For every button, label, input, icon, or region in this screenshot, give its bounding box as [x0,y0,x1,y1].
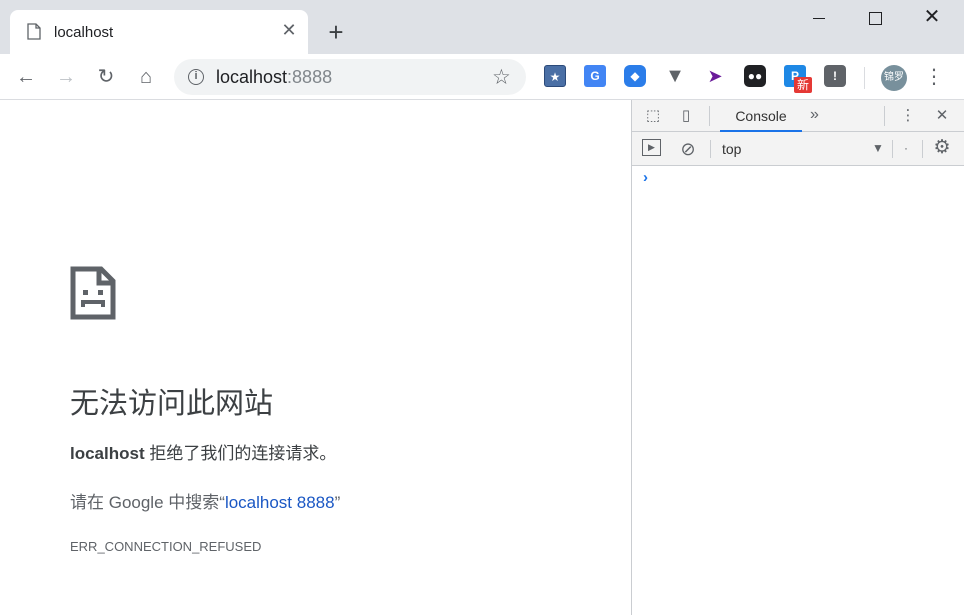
devtools-menu-icon[interactable]: ⋮ [898,106,918,126]
back-button[interactable]: ← [12,63,40,91]
devtools-close-icon[interactable]: ✕ [932,106,952,126]
profile-avatar[interactable]: 锦罗 [881,65,907,91]
document-icon [27,23,41,40]
devtools-divider-right [884,106,885,126]
devtools-divider [709,106,710,126]
cursor-extension-icon[interactable]: ➤ [704,65,726,87]
search-prefix: 请在 Google 中搜索“ [70,493,225,512]
devtools-panel: ⬚ ▯ Console » ⋮ ✕ ▶ ⊘ top ▼ · ⚙ › [631,100,964,615]
tab-title: localhost [54,24,114,41]
browser-window: localhost ✕ + ✕ ← → ↻ ⌂ i localhost:8888… [0,0,964,615]
forward-button[interactable]: → [52,63,80,91]
tab-strip: localhost ✕ + ✕ [0,0,964,54]
tab-close-icon[interactable]: ✕ [280,21,298,39]
context-dropdown-icon[interactable]: ▼ [872,141,884,155]
url-text[interactable]: localhost:8888 [216,67,332,88]
window-close-button[interactable]: ✕ [917,6,947,30]
search-suggestion: 请在 Google 中搜索“localhost 8888” [70,488,340,513]
blue-extension-icon[interactable]: ◆ [624,65,646,87]
search-suffix: ” [334,493,341,512]
bookmark-star-icon[interactable]: ☆ [492,65,511,90]
url-port: :8888 [287,67,333,87]
browser-toolbar: ← → ↻ ⌂ i localhost:8888 ☆ ★ G ◆ ▼ ➤ ●● … [0,54,964,100]
url-host: localhost [216,67,288,87]
console-toolbar-divider [710,140,711,158]
tampermonkey-extension-icon[interactable]: ●● [744,65,766,87]
address-bar[interactable]: i localhost:8888 ☆ [174,59,526,95]
minimize-button[interactable] [805,6,835,30]
p-extension-badge: 新 [794,77,812,93]
home-button[interactable]: ⌂ [132,63,160,91]
toolbar-divider [864,67,865,89]
search-link[interactable]: localhost 8888 [225,493,335,512]
lightbulb-extension-icon[interactable]: ! [824,65,846,87]
device-toolbar-icon[interactable]: ▯ [676,106,696,126]
tab-console[interactable]: Console [720,100,802,132]
more-tabs-icon[interactable]: » [810,106,819,124]
tab-localhost[interactable]: localhost ✕ [10,10,308,54]
filter-divider [892,140,893,158]
google-translate-extension-icon[interactable]: G [584,65,606,87]
error-host: localhost [70,444,145,463]
page-content: 无法访问此网站 localhost 拒绝了我们的连接请求。 请在 Google … [0,100,631,615]
filter-dot: · [904,141,908,155]
vue-devtools-extension-icon[interactable]: ▼ [664,65,686,87]
maximize-button[interactable] [860,6,890,30]
inspect-element-icon[interactable]: ⬚ [643,106,663,126]
reload-button[interactable]: ↻ [92,63,120,91]
console-output[interactable]: › [632,166,964,615]
devtools-tabbar: ⬚ ▯ Console » ⋮ ✕ [632,100,964,132]
error-refused-text: 拒绝了我们的连接请求。 [144,444,337,463]
console-settings-icon[interactable]: ⚙ [932,138,952,158]
error-description: localhost 拒绝了我们的连接请求。 [70,439,336,464]
browser-menu-icon[interactable]: ⋮ [924,64,944,92]
console-prompt-icon[interactable]: › [643,169,648,186]
sad-page-icon [70,266,116,320]
console-sidebar-icon[interactable]: ▶ [642,139,661,156]
error-heading: 无法访问此网站 [70,388,274,420]
bookmark-manager-extension-icon[interactable]: ★ [544,65,566,87]
console-toolbar: ▶ ⊘ top ▼ · ⚙ [632,132,964,166]
new-tab-button[interactable]: + [322,18,350,46]
clear-console-icon[interactable]: ⊘ [678,139,698,159]
site-info-icon[interactable]: i [188,69,204,85]
settings-divider [922,140,923,158]
context-selector[interactable]: top [722,141,741,157]
error-code: ERR_CONNECTION_REFUSED [70,539,262,554]
